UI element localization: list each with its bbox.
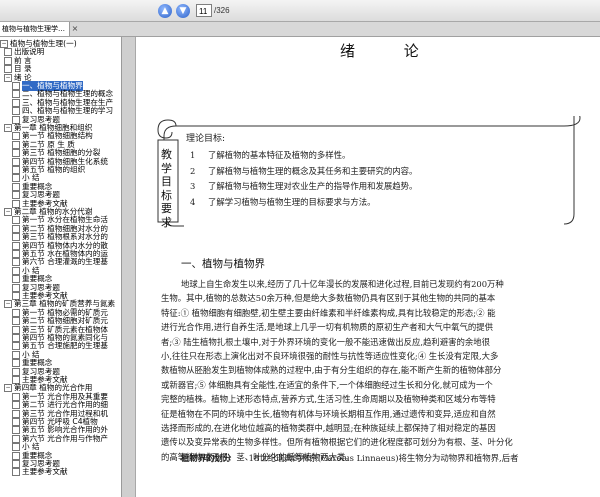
goal-text: 了解植物与植物生理对农业生产的指导作用和发展趋势。 bbox=[208, 181, 418, 191]
down-arrow-icon[interactable]: ▼ bbox=[176, 4, 190, 18]
paragraph-line: 植物界的划分 18世纪瑞典的林奈(Carolus Linnaeus)将生物分为动… bbox=[181, 452, 518, 464]
paragraph-line: 特征:① 植物细胞有细胞壁,初生壁主要由纤维素和半纤维素构成,具有比较稳定的形态… bbox=[161, 307, 496, 318]
tab-bookmarks[interactable]: 植物与植物生理学… bbox=[0, 22, 70, 36]
expand-collapse-icon[interactable]: − bbox=[4, 208, 12, 216]
goal-text: 了解学习植物与植物生理的目标要求与方法。 bbox=[208, 196, 376, 207]
bookmark-icon[interactable] bbox=[12, 468, 20, 477]
section-heading: 一、植物与植物界 bbox=[181, 258, 265, 270]
goal-number: 2 bbox=[190, 165, 196, 176]
goal-item: 1 了解植物的基本特征及植物的多样性。 bbox=[190, 149, 350, 161]
paragraph-line: 数植物从胚胎发生到植物体成熟的过程中,由于有分生组织的存在,能不断产生新的植物体… bbox=[161, 365, 502, 376]
expand-collapse-icon[interactable]: − bbox=[4, 384, 12, 393]
bold-term: 植物界的划分 bbox=[181, 453, 232, 463]
up-arrow-icon[interactable]: ▲ bbox=[158, 4, 172, 18]
goal-number: 1 bbox=[190, 150, 196, 160]
expand-collapse-icon[interactable]: − bbox=[4, 73, 12, 82]
expand-collapse-icon[interactable]: − bbox=[4, 124, 12, 132]
tab-strip: 植物与植物生理学… × bbox=[0, 22, 600, 37]
paragraph-line: 遗传以及变异常表的生物多样性。但所有植物根据它们的进化程度都可划分为有根、茎、叶… bbox=[161, 437, 513, 448]
paragraph-line: 进行光合作用,进行自养生活,是地球上几乎一切有机物质的原初生产者和大气中氧气的提… bbox=[161, 322, 493, 333]
goal-item: 3 了解植物与植物生理对农业生产的指导作用和发展趋势。 bbox=[190, 180, 417, 192]
page-total: /326 bbox=[214, 6, 230, 15]
paragraph-line: 者;③ 陆生植物扎根土壤中,对于外界环境的变化一般不能迅速做出反应,趋利避害的余… bbox=[161, 336, 491, 347]
toolbar: ▲ ▼ 11 /326 bbox=[0, 0, 600, 22]
chapter-title: 绪 论 bbox=[340, 42, 441, 60]
expand-collapse-icon[interactable]: − bbox=[4, 300, 12, 309]
tree-item[interactable]: 主要参考文献 bbox=[12, 467, 68, 477]
goal-number: 4 bbox=[190, 196, 196, 207]
goal-item: 4 了解学习植物与植物生理的目标要求与方法。 bbox=[190, 196, 376, 208]
page-number-input[interactable]: 11 bbox=[196, 4, 212, 17]
goal-heading: 理论目标: bbox=[186, 134, 226, 144]
paragraph-line: 征是植物在不同的环境中生长,植物有机体与环境长期相互作用,通过遗传和变异,适应和… bbox=[161, 408, 496, 419]
paragraph-line: 选择而形成的,在进化地位越高的植物类群中,越明显;在种族延续上都保持了相对稳定的… bbox=[161, 423, 496, 433]
bookmark-tree: − 植物与植物生理(一) 出版说明前 言目 录 − 绪 论一、植物与植物界 二、植物与植物… bbox=[0, 37, 122, 497]
goal-item: 2 了解植物与植物生理的概念及其任务和主要研究的内容。 bbox=[190, 165, 417, 177]
paragraph-line: 或新器官;⑤ 体细胞具有全能性,在适宜的条件下,一个体细胞经过生长和分化,就可成… bbox=[161, 379, 493, 390]
paragraph-text: 18世纪瑞典的林奈(Carolus Linnaeus)将生物分为动物界和植物界,… bbox=[248, 453, 519, 463]
paragraph-line: 完整的植株。植物上述形态特点,营养方式,生活习性,生命周期以及植物种类和区域分布… bbox=[161, 394, 496, 405]
paragraph-line: 生物。其中,植物的总数达50余万种,但是绝大多数植物仍具有区别于其他生物的共同的… bbox=[161, 293, 496, 304]
goal-side-label: 教学目标要求 bbox=[161, 148, 172, 229]
paragraph-line: 地球上自生命发生以来,经历了几十亿年漫长的发展和进化过程,目前已发现约有200万… bbox=[181, 279, 504, 289]
panel-splitter[interactable] bbox=[122, 37, 136, 497]
tree-item-label: 主要参考文献 bbox=[22, 467, 68, 477]
paragraph-line: 小,往往只在形态上演化出对不良环境很强的耐性与抗性等适应性变化;④ 生长没有定限… bbox=[161, 351, 499, 361]
goal-number: 3 bbox=[190, 181, 196, 191]
goal-text: 了解植物与植物生理的概念及其任务和主要研究的内容。 bbox=[208, 165, 418, 176]
goal-text: 了解植物的基本特征及植物的多样性。 bbox=[208, 150, 351, 160]
close-icon[interactable]: × bbox=[70, 23, 80, 35]
